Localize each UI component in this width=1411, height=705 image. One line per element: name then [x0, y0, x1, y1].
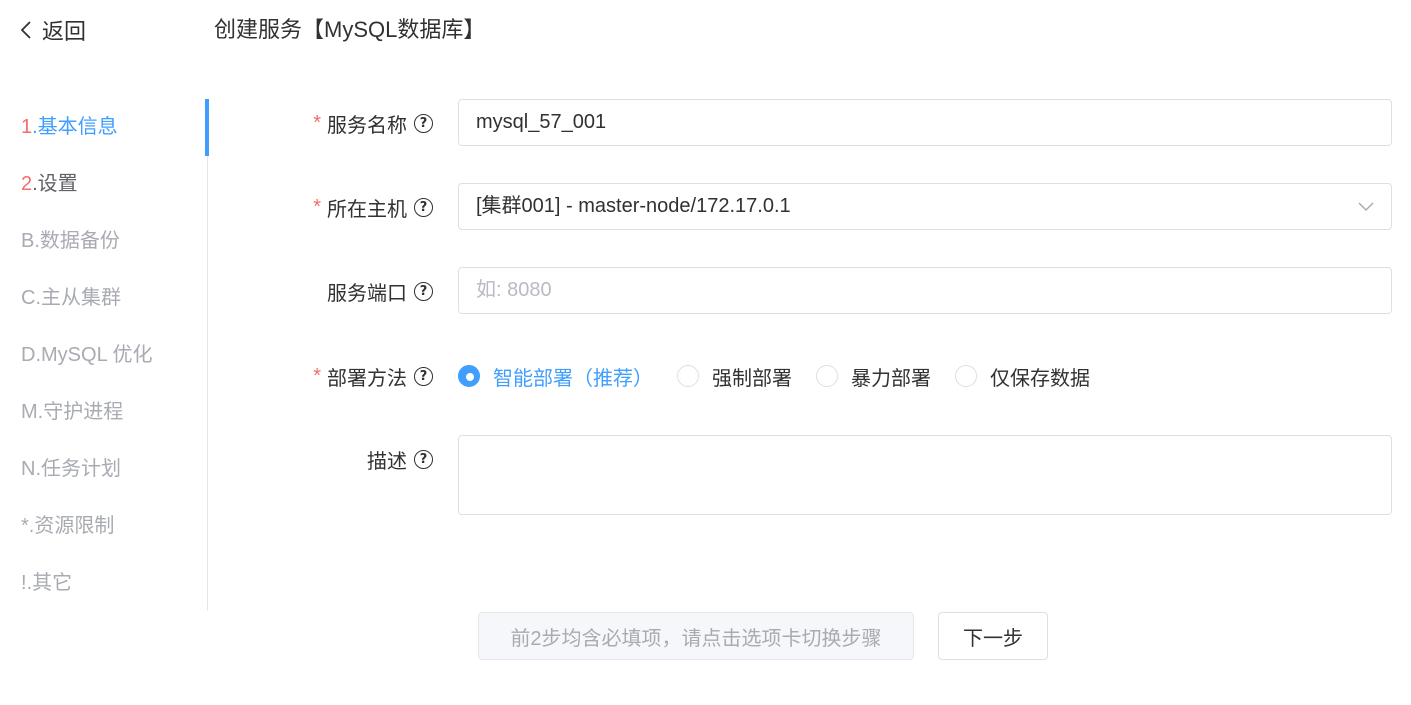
radio-smart-deploy[interactable]: 智能部署（推荐）: [458, 362, 653, 391]
radio-unchecked-icon: [816, 365, 838, 387]
step-label: .其它: [26, 572, 73, 594]
step-tab-other[interactable]: !.其它: [0, 555, 207, 612]
description-label: 描述 ?: [215, 435, 458, 483]
step-number: 1: [21, 116, 33, 138]
port-input[interactable]: 如: 8080: [458, 267, 1392, 314]
step-tab-mysql-optimize[interactable]: D.MySQL 优化: [0, 327, 207, 384]
host-label: * 所在主机 ?: [215, 183, 458, 231]
deploy-method-radio-group: 智能部署（推荐） 强制部署 暴力部署 仅保存数据: [458, 352, 1392, 400]
step-tab-scheduled-tasks[interactable]: N.任务计划: [0, 441, 207, 498]
step-tab-settings[interactable]: 2.设置: [0, 156, 207, 213]
step-label: .主从集群: [35, 287, 122, 309]
port-label: 服务端口 ?: [215, 267, 458, 315]
next-step-button[interactable]: 下一步: [938, 612, 1048, 660]
step-tab-daemon[interactable]: M.守护进程: [0, 384, 207, 441]
step-number: B: [21, 230, 35, 252]
step-label: .数据备份: [34, 230, 120, 252]
step-number: C: [21, 287, 36, 309]
deploy-method-label: * 部署方法 ?: [215, 352, 458, 400]
step-number: N: [21, 458, 36, 480]
radio-label: 强制部署: [712, 367, 792, 390]
radio-label: 智能部署（推荐）: [493, 367, 653, 390]
port-placeholder: 如: 8080: [476, 279, 552, 301]
radio-label: 暴力部署: [851, 367, 931, 390]
description-textarea[interactable]: [458, 435, 1392, 515]
step-tab-basic-info[interactable]: 1.基本信息: [0, 99, 209, 156]
radio-save-data-only[interactable]: 仅保存数据: [955, 362, 1090, 391]
help-circle-icon[interactable]: ?: [414, 366, 433, 386]
step-tab-master-slave[interactable]: C.主从集群: [0, 270, 207, 327]
step-label: .守护进程: [37, 401, 124, 423]
radio-force-deploy[interactable]: 强制部署: [677, 362, 792, 391]
radio-unchecked-icon: [955, 365, 977, 387]
help-circle-icon[interactable]: ?: [414, 197, 433, 217]
page-title: 创建服务【MySQL数据库】: [214, 17, 486, 42]
form-row-deploy-method: * 部署方法 ? 智能部署（推荐） 强制部署 暴力部署 仅保存数据: [215, 352, 1392, 400]
chevron-down-icon: [1358, 201, 1374, 211]
form-row-description: 描述 ?: [215, 435, 1392, 515]
host-label-text: 所在主机: [327, 198, 407, 221]
step-tab-data-backup[interactable]: B.数据备份: [0, 213, 207, 270]
required-mark: *: [313, 364, 321, 387]
description-label-text: 描述: [367, 450, 407, 473]
service-name-input[interactable]: mysql_57_001: [458, 99, 1392, 146]
help-circle-icon[interactable]: ?: [414, 281, 433, 301]
host-select[interactable]: [集群001] - master-node/172.17.0.1: [458, 183, 1392, 230]
required-mark: *: [313, 111, 321, 134]
help-circle-icon[interactable]: ?: [414, 449, 433, 469]
host-select-value: [集群001] - master-node/172.17.0.1: [476, 195, 791, 217]
back-label: 返回: [42, 19, 87, 44]
radio-label: 仅保存数据: [990, 367, 1090, 390]
step-tab-resource-limits[interactable]: *.资源限制: [0, 498, 207, 555]
step-label: .基本信息: [32, 116, 118, 138]
radio-checked-icon: [458, 365, 480, 387]
service-name-label-text: 服务名称: [327, 114, 407, 137]
chevron-left-icon: [20, 21, 31, 39]
help-circle-icon[interactable]: ?: [414, 113, 433, 133]
step-number: *: [21, 515, 29, 537]
deploy-method-label-text: 部署方法: [327, 367, 407, 390]
step-number: 2: [21, 173, 33, 195]
port-label-text: 服务端口: [327, 282, 407, 305]
back-button[interactable]: 返回: [20, 14, 86, 46]
step-label: .资源限制: [28, 515, 115, 537]
step-label: .设置: [32, 173, 78, 195]
radio-brute-deploy[interactable]: 暴力部署: [816, 362, 931, 391]
step-label: .任务计划: [35, 458, 122, 480]
service-name-value: mysql_57_001: [476, 111, 607, 133]
form-row-host: * 所在主机 ? [集群001] - master-node/172.17.0.…: [215, 183, 1392, 231]
radio-unchecked-icon: [677, 365, 699, 387]
hint-disabled-button: 前2步均含必填项，请点击选项卡切换步骤: [478, 612, 914, 660]
form-row-port: 服务端口 ? 如: 8080: [215, 267, 1392, 315]
steps-nav: 1.基本信息 2.设置 B.数据备份 C.主从集群 D.MySQL 优化 M.守…: [0, 99, 209, 612]
form-row-service-name: * 服务名称 ? mysql_57_001: [215, 99, 1392, 147]
service-name-label: * 服务名称 ?: [215, 99, 458, 147]
step-number: D: [21, 344, 36, 366]
step-label: .MySQL 优化: [35, 344, 153, 366]
required-mark: *: [313, 195, 321, 218]
step-number: M: [21, 401, 38, 423]
